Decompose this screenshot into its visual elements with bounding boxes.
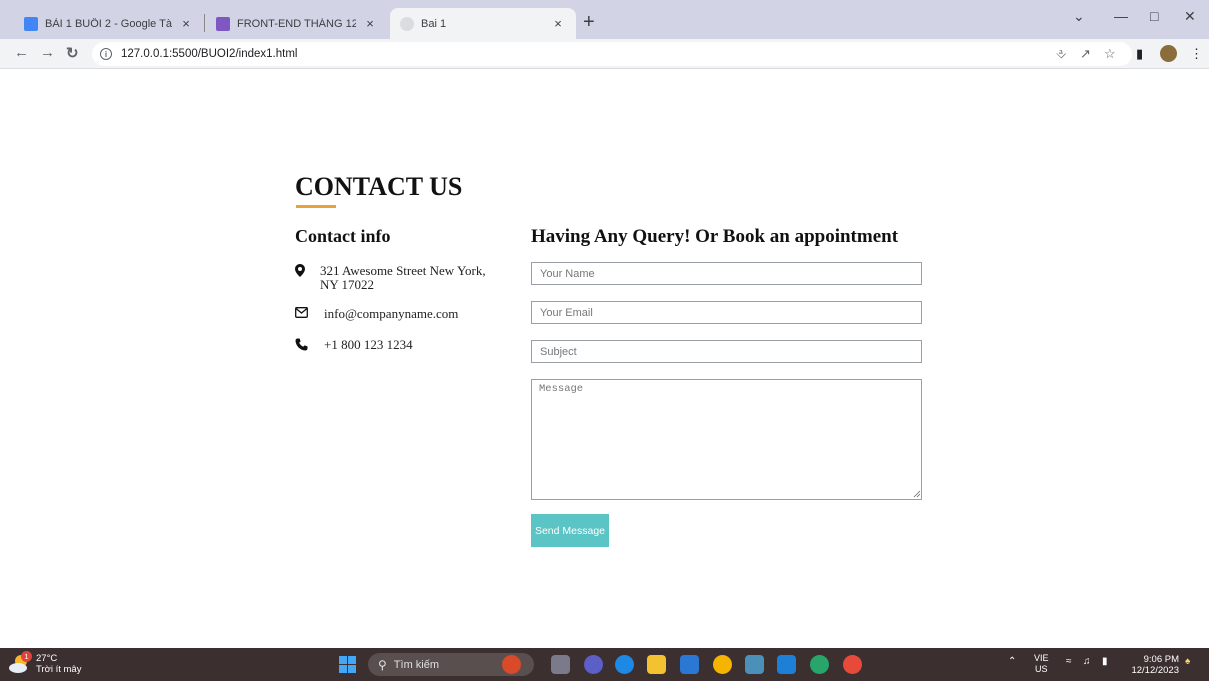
close-icon[interactable]: × bbox=[550, 16, 566, 31]
close-icon[interactable]: × bbox=[178, 16, 194, 31]
tab-google-docs[interactable]: BÀI 1 BUỔI 2 - Google Tài liệu × bbox=[14, 8, 204, 39]
vscode-icon[interactable] bbox=[777, 655, 796, 674]
form-heading: Having Any Query! Or Book an appointment bbox=[531, 226, 899, 247]
contact-email: info@companyname.com bbox=[295, 307, 490, 321]
tab-frontend[interactable]: FRONT-END THÁNG 12 × bbox=[206, 8, 388, 39]
windows-start-icon[interactable] bbox=[339, 656, 356, 673]
message-textarea[interactable] bbox=[531, 379, 922, 500]
weather-cloud-icon: 1 bbox=[8, 651, 32, 675]
contact-address: 321 Awesome Street New York, NY 17022 bbox=[295, 264, 490, 292]
tab-title: FRONT-END THÁNG 12 bbox=[237, 17, 356, 30]
tab-title: Bai 1 bbox=[421, 17, 447, 30]
edge-icon[interactable] bbox=[810, 655, 829, 674]
chrome-icon[interactable] bbox=[713, 655, 732, 674]
store-icon[interactable] bbox=[680, 655, 699, 674]
phone-text: +1 800 123 1234 bbox=[324, 337, 413, 352]
restore-icon[interactable]: □ bbox=[1150, 8, 1158, 24]
search-icon: ⚲ bbox=[378, 657, 387, 672]
volume-icon[interactable]: ♫ bbox=[1083, 656, 1091, 667]
language-indicator[interactable]: VIE US bbox=[1034, 653, 1049, 675]
name-input[interactable] bbox=[531, 262, 922, 285]
tab-search-icon[interactable]: ⌄ bbox=[1073, 8, 1085, 25]
tab-title: BÀI 1 BUỔI 2 - Google Tài liệu bbox=[45, 17, 172, 30]
notification-bell-icon[interactable]: ♠ bbox=[1185, 656, 1190, 667]
location-pin-icon bbox=[295, 264, 320, 292]
bookmark-star-icon[interactable]: ☆ bbox=[1104, 46, 1116, 62]
title-underline bbox=[296, 205, 336, 208]
tab-divider bbox=[204, 14, 205, 32]
zalo-icon[interactable] bbox=[615, 655, 634, 674]
windows-taskbar: 1 27°C Trời ít mây ⚲ Tìm kiếm ⌃ VIE US ≈… bbox=[0, 648, 1209, 681]
site-info-icon[interactable]: i bbox=[100, 48, 112, 60]
weather-badge: 1 bbox=[21, 651, 32, 662]
teams-chat-icon[interactable] bbox=[584, 655, 603, 674]
tab-bai-1[interactable]: Bai 1 × bbox=[390, 8, 576, 39]
url-text: 127.0.0.1:5500/BUOI2/index1.html bbox=[121, 48, 298, 60]
side-panel-icon[interactable]: ▮ bbox=[1136, 46, 1143, 62]
globe-icon bbox=[400, 16, 414, 31]
share-icon[interactable]: ↗ bbox=[1080, 46, 1091, 62]
browser-toolbar: ← → ↻ i 127.0.0.1:5500/BUOI2/index1.html… bbox=[0, 39, 1209, 69]
battery-icon[interactable]: ▮ bbox=[1102, 656, 1108, 667]
browser-tab-bar: BÀI 1 BUỔI 2 - Google Tài liệu × FRONT-E… bbox=[0, 0, 1209, 39]
weather-desc: Trời ít mây bbox=[36, 664, 82, 675]
email-input[interactable] bbox=[531, 301, 922, 324]
tray-overflow-icon[interactable]: ⌃ bbox=[1008, 656, 1016, 667]
file-explorer-icon[interactable] bbox=[647, 655, 666, 674]
subject-input[interactable] bbox=[531, 340, 922, 363]
resize-grip-icon[interactable] bbox=[913, 490, 921, 498]
phone-icon bbox=[295, 338, 320, 352]
contact-info-heading: Contact info bbox=[295, 226, 391, 246]
google-docs-icon bbox=[24, 16, 38, 31]
system-clock[interactable]: 9:06 PM 12/12/2023 bbox=[1125, 654, 1179, 676]
weather-widget[interactable]: 1 27°C Trời ít mây bbox=[8, 651, 82, 675]
clock-date: 12/12/2023 bbox=[1131, 665, 1179, 676]
reload-icon[interactable]: ↻ bbox=[66, 44, 79, 62]
contact-phone: +1 800 123 1234 bbox=[295, 338, 490, 352]
back-arrow-icon[interactable]: ← bbox=[14, 44, 29, 61]
task-view-icon[interactable] bbox=[551, 655, 570, 674]
chrome-canary-icon[interactable] bbox=[843, 655, 862, 674]
translate-icon[interactable]: ⎀ bbox=[1056, 46, 1066, 62]
minimize-icon[interactable]: — bbox=[1114, 8, 1128, 24]
forward-arrow-icon[interactable]: → bbox=[40, 44, 55, 61]
send-message-button[interactable]: Send Message bbox=[531, 514, 609, 547]
close-window-icon[interactable]: ✕ bbox=[1184, 8, 1196, 25]
language-code: VIE bbox=[1034, 653, 1049, 663]
email-text: info@companyname.com bbox=[324, 306, 459, 321]
search-label: Tìm kiếm bbox=[393, 658, 440, 671]
clock-time: 9:06 PM bbox=[1143, 654, 1179, 665]
wifi-icon[interactable]: ≈ bbox=[1066, 656, 1072, 667]
envelope-icon bbox=[295, 307, 320, 321]
address-text: 321 Awesome Street New York, NY 17022 bbox=[320, 263, 486, 292]
devc-icon[interactable] bbox=[745, 655, 764, 674]
keyboard-layout: US bbox=[1035, 664, 1048, 674]
close-icon[interactable]: × bbox=[362, 16, 378, 31]
new-tab-button[interactable]: + bbox=[583, 11, 595, 34]
page-title: CONTACT US bbox=[295, 172, 463, 201]
profile-avatar[interactable] bbox=[1160, 45, 1177, 62]
weather-temp: 27°C bbox=[36, 653, 58, 664]
search-highlight-icon[interactable] bbox=[502, 655, 521, 674]
address-bar[interactable]: i 127.0.0.1:5500/BUOI2/index1.html bbox=[92, 42, 1132, 66]
classroom-icon bbox=[216, 16, 230, 31]
menu-kebab-icon[interactable]: ⋮ bbox=[1190, 46, 1203, 62]
